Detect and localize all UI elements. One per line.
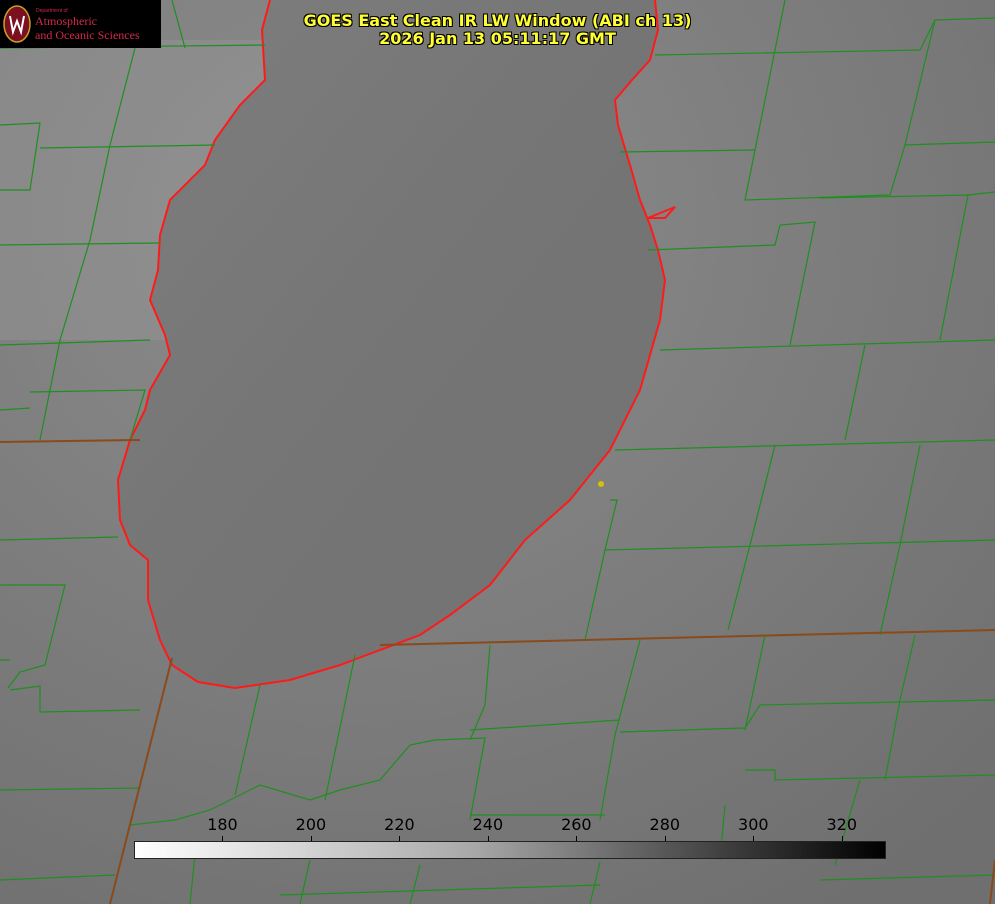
logo-line-2: and Oceanic Sciences (35, 28, 140, 42)
uw-aos-logo: Department of Atmospheric and Oceanic Sc… (0, 0, 161, 48)
colorbar-tick-label: 200 (295, 815, 327, 834)
colorbar-tick-mark (310, 836, 312, 841)
colorbar-tick-mark (487, 836, 489, 841)
uw-crest-icon (3, 5, 31, 43)
colorbar-tick-mark (222, 836, 224, 841)
colorbar-tick-mark (664, 836, 666, 841)
colorbar-tick-label: 300 (738, 815, 769, 834)
colorbar-tick-label: 280 (649, 815, 681, 834)
colorbar-tick-label: 320 (826, 815, 858, 834)
colorbar-tick-mark (753, 836, 755, 841)
colorbar-tick-mark (841, 836, 843, 841)
colorbar-tick-mark (576, 836, 578, 841)
colorbar-tick-mark (399, 836, 401, 841)
colorbar-tick-label: 260 (561, 815, 592, 834)
location-marker (598, 481, 604, 487)
colorbar-tick-label: 180 (207, 815, 238, 834)
colorbar-tick-label: 220 (384, 815, 415, 834)
colorbar-tick-label: 240 (472, 815, 504, 834)
satellite-map (0, 0, 995, 904)
temperature-colorbar (134, 841, 886, 859)
logo-line-1: Atmospheric (35, 14, 97, 28)
